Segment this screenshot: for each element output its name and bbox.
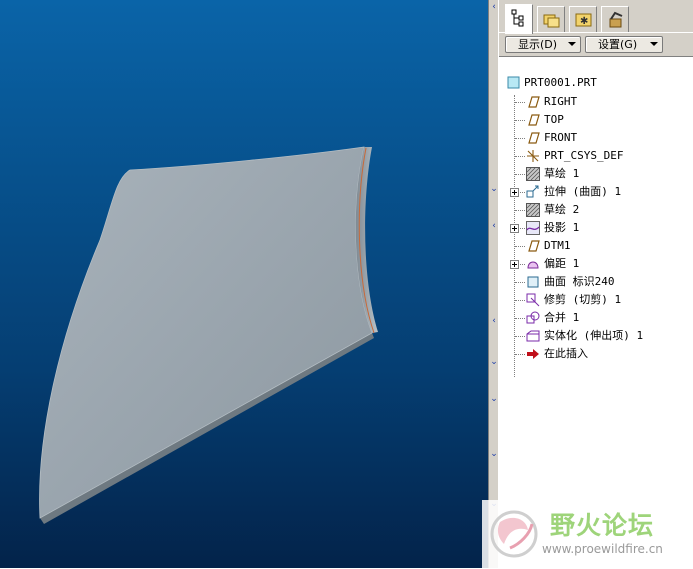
datum-plane-icon — [528, 240, 540, 252]
tree-toolbar: 显示(D) 设置(G) — [499, 32, 693, 55]
panel-splitter[interactable]: ‹ ⌄ ‹ ‹ ⌄ ⌄ ⌄ ⌄ — [488, 0, 499, 568]
expand-toggle-icon[interactable] — [510, 260, 519, 269]
solidify-icon — [526, 330, 540, 342]
tree-item-label: RIGHT — [544, 95, 578, 108]
tree-connector — [515, 138, 525, 139]
watermark-title: 野火论坛 — [550, 511, 655, 540]
tree-item-label: 修剪 (切剪) 1 — [544, 293, 622, 306]
chevron-down-icon: ⌄ — [490, 184, 498, 194]
collapse-arrow-icon[interactable]: ‹ — [490, 3, 498, 12]
model-tree-tab[interactable] — [505, 4, 533, 34]
forum-watermark: 野火论坛 www.proewildfire.cn — [482, 500, 693, 568]
tree-item-label: TOP — [544, 113, 564, 126]
part-icon — [507, 76, 520, 89]
insert-here-arrow-icon — [527, 349, 539, 359]
trim-icon — [526, 293, 540, 307]
swept-surface-face[interactable] — [39, 146, 373, 519]
favorites-tab[interactable]: ✱ — [569, 6, 597, 32]
datum-plane-icon — [528, 114, 540, 126]
tree-connector — [515, 174, 525, 175]
expand-toggle-icon[interactable] — [510, 188, 519, 197]
navigator-panel: ✱ 显示(D) 设置(G) PRT0001.PRT RIGHT TOP FRON… — [499, 0, 693, 569]
tree-item-label: FRONT — [544, 131, 578, 144]
tree-connector — [515, 210, 525, 211]
tree-connector — [515, 354, 525, 355]
tree-connector — [515, 102, 525, 103]
tree-root-label: PRT0001.PRT — [524, 76, 597, 89]
connections-icon — [609, 11, 623, 28]
tree-item-label: PRT_CSYS_DEF — [544, 149, 624, 162]
projection-icon — [526, 221, 540, 235]
tree-connector — [515, 318, 525, 319]
tree-connector — [515, 156, 525, 157]
tree-item-label: 草绘 1 — [544, 167, 580, 180]
datum-plane-icon — [528, 132, 540, 144]
model-tree: PRT0001.PRT RIGHT TOP FRONT PRT_CSYS_DEF 草绘 … — [499, 56, 693, 569]
tree-connector — [515, 120, 525, 121]
dropdown-arrow-icon — [568, 42, 576, 46]
settings-menu-button[interactable]: 设置(G) — [585, 36, 663, 53]
collapse-arrow-icon[interactable]: ‹ — [490, 222, 498, 231]
tree-item-label: 草绘 2 — [544, 203, 580, 216]
dropdown-arrow-icon — [650, 42, 658, 46]
tree-item-label: DTM1 — [544, 239, 571, 252]
tree-connector — [515, 246, 525, 247]
graphics-viewport[interactable] — [0, 0, 488, 568]
watermark-url: www.proewildfire.cn — [542, 542, 663, 556]
merge-icon — [526, 311, 540, 324]
model-tree-icon — [511, 9, 524, 27]
forum-logo-icon — [490, 510, 538, 558]
sketch-icon — [526, 167, 540, 181]
tree-connector — [515, 300, 525, 301]
tree-item-label: 投影 1 — [544, 221, 580, 234]
collapse-arrow-icon[interactable]: ‹ — [490, 317, 498, 326]
coordinate-system-icon — [527, 150, 539, 162]
datum-plane-icon — [528, 96, 540, 108]
folder-browser-icon — [543, 14, 560, 28]
tree-connector — [515, 336, 525, 337]
sketch-icon — [526, 203, 540, 217]
chevron-down-icon: ⌄ — [490, 357, 498, 367]
tree-connector — [515, 282, 525, 283]
svg-text:✱: ✱ — [580, 16, 588, 27]
tree-item-label: 实体化 (伸出项) 1 — [544, 329, 644, 342]
chevron-down-icon: ⌄ — [490, 449, 498, 459]
expand-toggle-icon[interactable] — [510, 224, 519, 233]
tree-item-label: 曲面 标识240 — [544, 275, 615, 288]
tree-item-label: 拉伸 (曲面) 1 — [544, 185, 622, 198]
show-menu-button[interactable]: 显示(D) — [505, 36, 581, 53]
chevron-down-icon: ⌄ — [490, 394, 498, 404]
show-menu-label: 显示(D) — [518, 38, 558, 51]
navigator-tabs: ✱ — [503, 4, 693, 34]
tree-item-label: 偏距 1 — [544, 257, 580, 270]
folder-browser-tab[interactable] — [537, 6, 565, 32]
extrude-surface-icon — [526, 185, 539, 198]
part-model[interactable] — [0, 0, 488, 568]
connections-tab[interactable] — [601, 6, 629, 32]
surface-icon — [527, 276, 539, 288]
favorites-icon: ✱ — [575, 13, 592, 27]
tree-item-label: 在此插入 — [544, 347, 588, 360]
settings-menu-label: 设置(G) — [598, 38, 638, 51]
offset-icon — [527, 261, 539, 269]
tree-item-label: 合并 1 — [544, 311, 580, 324]
